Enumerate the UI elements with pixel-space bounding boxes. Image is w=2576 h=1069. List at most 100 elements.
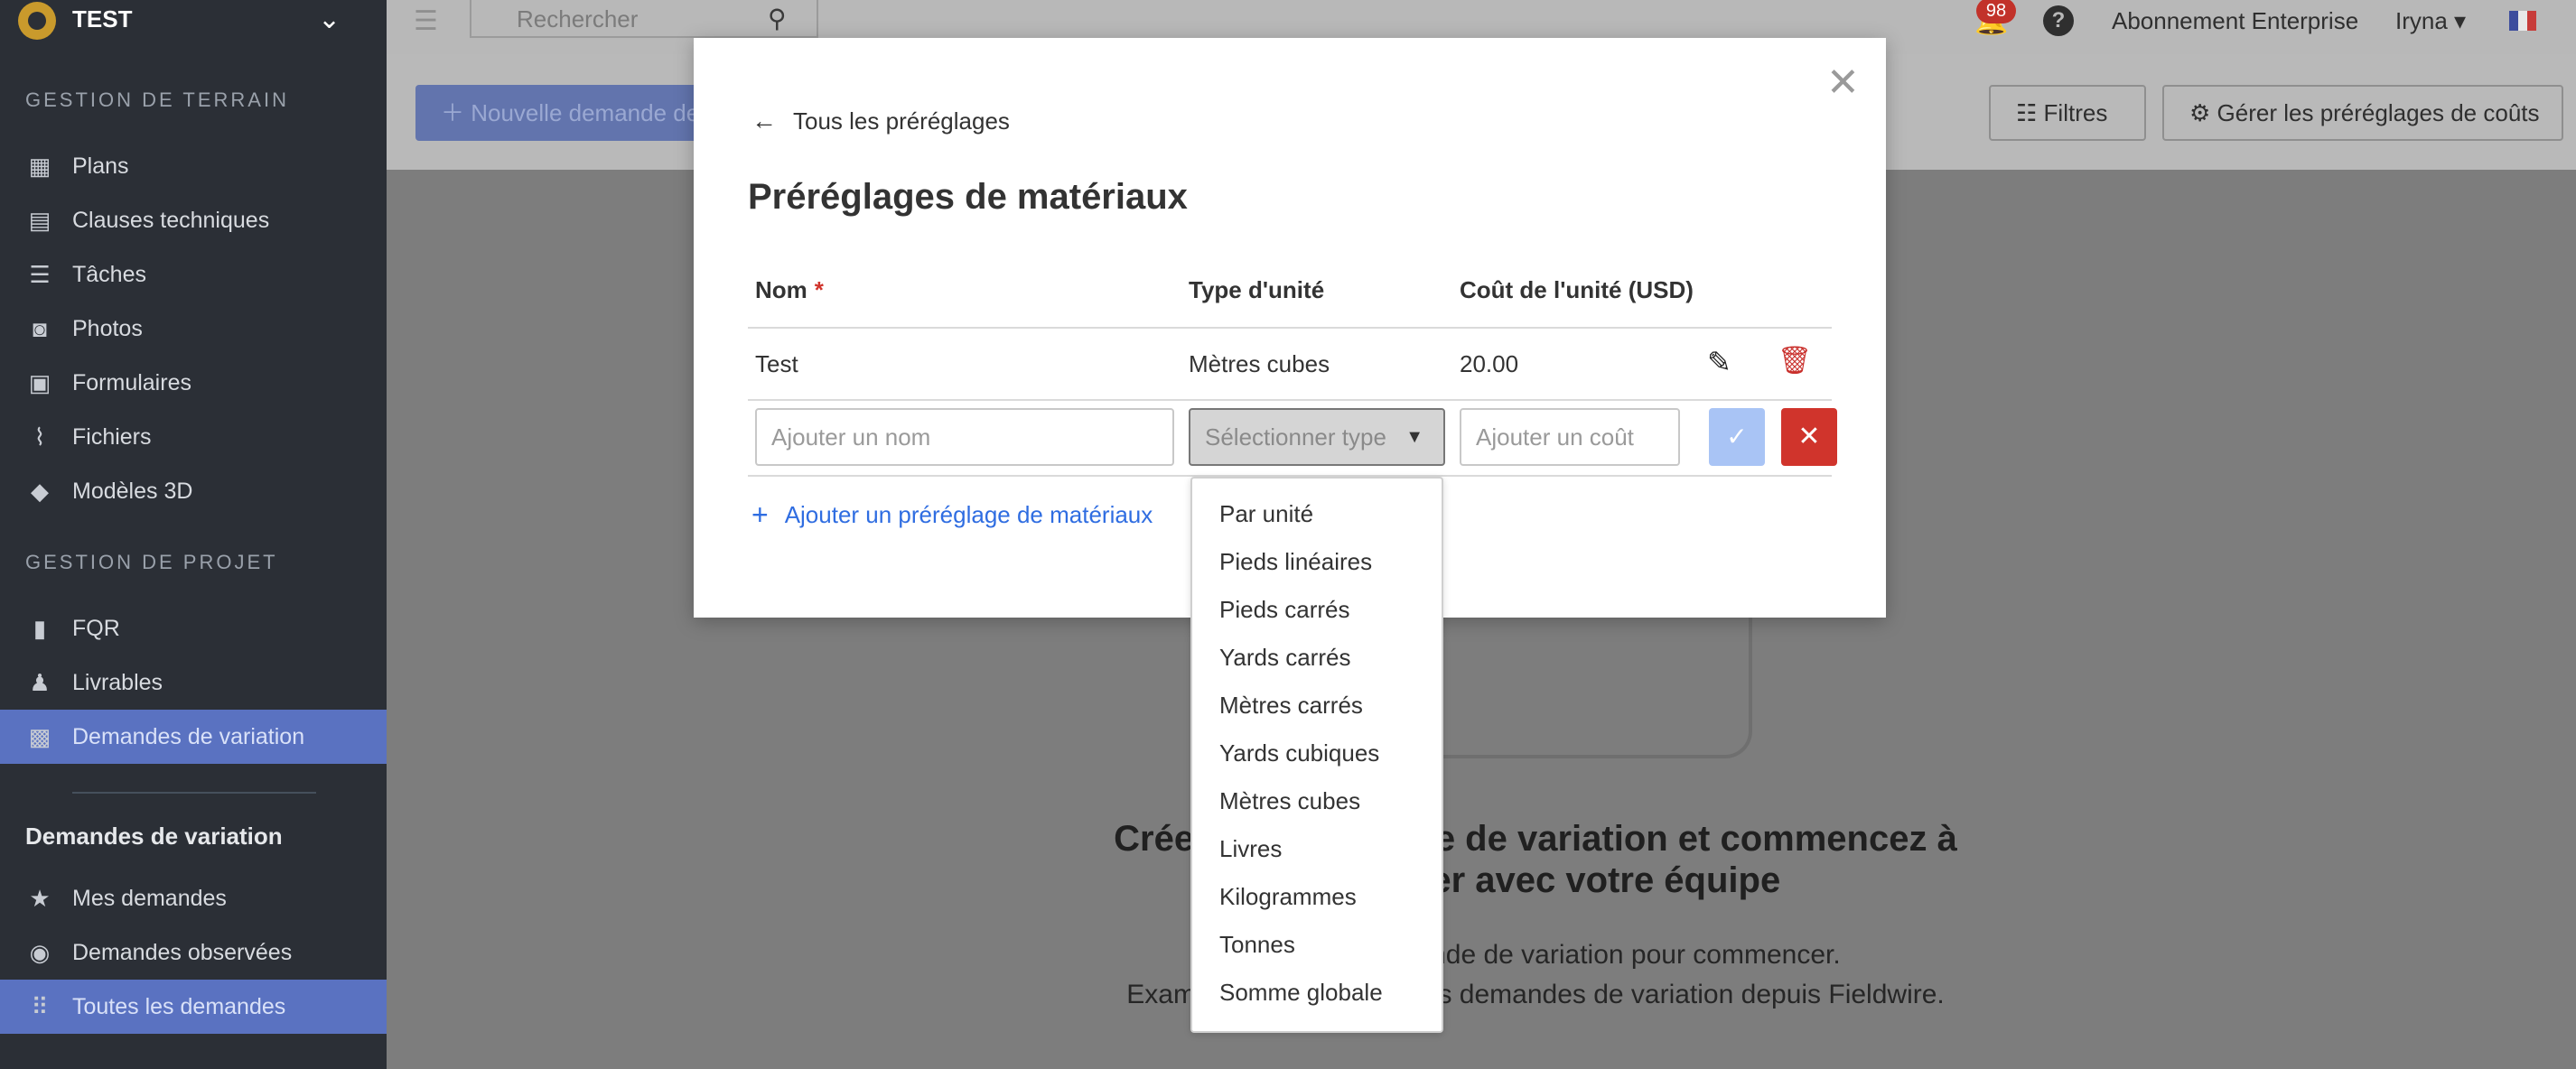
forms-icon: ▣ <box>28 368 51 396</box>
sidebar-item-my-requests[interactable]: ★ Mes demandes <box>0 871 387 925</box>
filters-button[interactable]: ☷ Filtres <box>1989 85 2146 141</box>
sidebar-item-files[interactable]: ⌇ Fichiers <box>0 410 387 464</box>
star-icon: ★ <box>29 884 51 912</box>
sidebar-item-label: Plans <box>72 153 129 179</box>
sidebar-item-label: Toutes les demandes <box>72 993 286 1019</box>
sidebar-item-label: Modèles 3D <box>72 478 193 504</box>
add-material-preset-link[interactable]: + Ajouter un préréglage de matériaux <box>751 498 1153 532</box>
empty-title-line: Créez une demande de variation et commen… <box>1114 819 1957 859</box>
unit-cost-placeholder: Ajouter un coût <box>1476 423 1634 451</box>
name-input[interactable]: Ajouter un nom <box>755 408 1174 466</box>
sidebar-item-label: Photos <box>72 315 143 341</box>
plans-icon: ▦ <box>28 152 51 180</box>
paperclip-icon: ⌇ <box>33 423 46 451</box>
name-placeholder: Ajouter un nom <box>771 423 931 451</box>
sidebar-item-label: Livrables <box>72 669 163 695</box>
section-field-management: GESTION DE TERRAIN <box>25 88 289 111</box>
empty-text-line: Examinez et approuvez les demandes de va… <box>1126 980 1945 1009</box>
sidebar-item-label: Mes demandes <box>72 885 227 911</box>
camera-icon: ◙ <box>33 314 47 342</box>
hamburger-menu-icon[interactable]: ☰ <box>414 5 438 37</box>
empty-title-line: collaborer avec votre équipe <box>1290 860 1781 900</box>
project-switcher[interactable]: TEST ⌄ <box>0 0 387 42</box>
sidebar-item-change-orders[interactable]: ▩ Demandes de variation <box>0 710 387 764</box>
unit-cost-input[interactable]: Ajouter un coût <box>1460 408 1680 466</box>
row-name: Test <box>755 350 798 377</box>
required-marker: * <box>814 276 824 303</box>
sidebar-divider <box>72 792 316 794</box>
column-header-name: Nom * <box>755 276 824 304</box>
cancel-button[interactable]: ✕ <box>1781 408 1837 466</box>
sidebar-item-label: FQR <box>72 615 120 641</box>
subscription-link[interactable]: Abonnement Enterprise <box>2112 7 2358 35</box>
sidebar-item-all-requests[interactable]: ⠿ Toutes les demandes <box>0 980 387 1034</box>
close-icon[interactable]: ✕ <box>1826 63 1860 103</box>
language-flag-icon[interactable] <box>2509 11 2536 31</box>
sidebar-item-tasks[interactable]: ☰ Tâches <box>0 247 387 302</box>
option-square-meters[interactable]: Mètres carrés <box>1219 692 1363 720</box>
specs-icon: ▤ <box>28 206 51 234</box>
option-cubic-meters[interactable]: Mètres cubes <box>1219 787 1360 815</box>
arrow-left-icon: ← <box>751 107 777 135</box>
unit-type-placeholder: Sélectionner type <box>1205 423 1386 451</box>
new-request-button[interactable]: ＋ Nouvelle demande de variation <box>415 85 741 141</box>
caret-down-icon: ▼ <box>1405 427 1423 447</box>
sidebar: TEST ⌄ GESTION DE TERRAIN ▦ Plans ▤ Clau… <box>0 0 387 1069</box>
plus-icon: ＋ <box>441 99 471 126</box>
manage-cost-presets-button[interactable]: ⚙ Gérer les préréglages de coûts <box>2162 85 2563 141</box>
option-pounds[interactable]: Livres <box>1219 835 1282 863</box>
cube-icon: ◆ <box>31 477 49 505</box>
search-icon[interactable]: ⚲ <box>768 4 787 33</box>
back-label: Tous les préréglages <box>793 107 1010 135</box>
sidebar-item-submittals[interactable]: ♟ Livrables <box>0 655 387 710</box>
plus-icon: + <box>751 498 769 531</box>
sidebar-subtitle: Demandes de variation <box>25 823 283 850</box>
option-square-feet[interactable]: Pieds carrés <box>1219 596 1350 624</box>
option-per-unit[interactable]: Par unité <box>1219 500 1313 528</box>
close-icon: ✕ <box>1797 422 1821 451</box>
confirm-button[interactable]: ✓ <box>1709 408 1765 466</box>
caret-down-icon: ▾ <box>2454 7 2467 34</box>
section-project-management: GESTION DE PROJET <box>25 551 278 573</box>
project-name: TEST <box>72 5 133 33</box>
sidebar-item-rfi[interactable]: ▮ FQR <box>0 601 387 655</box>
sidebar-item-plans[interactable]: ▦ Plans <box>0 139 387 193</box>
table-divider <box>748 399 1832 401</box>
sliders-icon: ☷ <box>2016 99 2044 126</box>
row-unit-type: Mètres cubes <box>1189 350 1330 377</box>
sidebar-item-label: Fichiers <box>72 423 152 450</box>
search-input[interactable]: Rechercher ⚲ <box>470 0 818 38</box>
user-menu[interactable]: Iryna ▾ <box>2395 7 2466 35</box>
unit-type-dropdown: Par unité Pieds linéaires Pieds carrés Y… <box>1190 477 1443 1033</box>
option-tons[interactable]: Tonnes <box>1219 931 1295 959</box>
modal-title: Préréglages de matériaux <box>748 177 1188 217</box>
table-divider <box>748 327 1832 329</box>
option-cubic-yards[interactable]: Yards cubiques <box>1219 739 1379 767</box>
grid-icon: ⠿ <box>31 992 49 1020</box>
sidebar-item-forms[interactable]: ▣ Formulaires <box>0 356 387 410</box>
change-orders-icon: ▩ <box>28 722 51 750</box>
back-to-presets-link[interactable]: ← Tous les préréglages <box>751 107 1010 135</box>
column-header-unit-type: Type d'unité <box>1189 276 1325 303</box>
option-kilograms[interactable]: Kilogrammes <box>1219 883 1357 911</box>
trash-icon[interactable]: 🗑 <box>1778 345 1812 376</box>
sidebar-item-3d-models[interactable]: ◆ Modèles 3D <box>0 464 387 518</box>
project-logo-icon <box>18 2 56 40</box>
help-icon[interactable]: ? <box>2043 5 2074 36</box>
filters-label: Filtres <box>2043 99 2108 126</box>
sidebar-item-photos[interactable]: ◙ Photos <box>0 302 387 356</box>
tasks-icon: ☰ <box>29 260 51 288</box>
option-lump-sum[interactable]: Somme globale <box>1219 979 1383 1007</box>
check-icon: ✓ <box>1726 423 1748 451</box>
manage-label: Gérer les préréglages de coûts <box>2217 99 2540 126</box>
sidebar-item-watched-requests[interactable]: ◉ Demandes observées <box>0 925 387 980</box>
sidebar-item-specs[interactable]: ▤ Clauses techniques <box>0 193 387 247</box>
option-linear-feet[interactable]: Pieds linéaires <box>1219 548 1372 576</box>
chevron-down-icon[interactable]: ⌄ <box>318 4 341 35</box>
row-unit-cost: 20.00 <box>1460 350 1519 377</box>
pencil-icon[interactable]: ✎ <box>1707 345 1731 379</box>
unit-type-select[interactable]: Sélectionner type ▼ <box>1189 408 1445 466</box>
notification-badge: 98 <box>1976 0 2016 23</box>
option-square-yards[interactable]: Yards carrés <box>1219 644 1350 672</box>
add-preset-label: Ajouter un préréglage de matériaux <box>784 501 1153 528</box>
